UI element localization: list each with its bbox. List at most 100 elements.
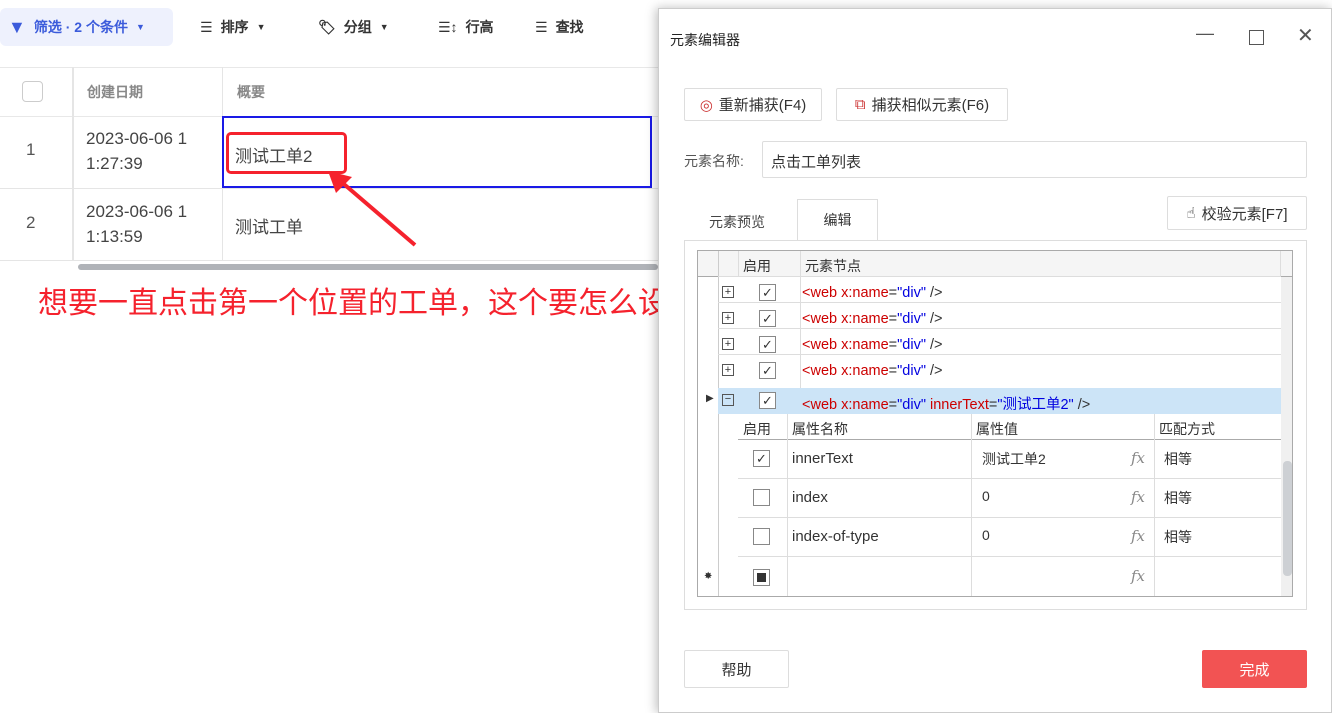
fx-icon[interactable]: fx (1131, 567, 1145, 585)
expand-icon[interactable]: + (722, 286, 734, 298)
xml-eq: = (888, 285, 898, 301)
attr-enabled-checkbox[interactable] (753, 489, 770, 506)
capture-similar-icon: ⧉ (854, 96, 866, 113)
divider (738, 478, 1281, 479)
scrollbar-thumb[interactable] (1283, 461, 1292, 576)
current-row-indicator-icon: ▶ (706, 393, 714, 404)
attr-value[interactable]: 测试工单2 (982, 449, 1046, 469)
xml-eq: = (888, 397, 898, 413)
attr-value[interactable]: 0 (982, 488, 990, 504)
expand-icon[interactable]: + (722, 364, 734, 376)
node-enabled-checkbox[interactable]: ✓ (759, 392, 776, 409)
chevron-down-icon: ▼ (135, 22, 145, 32)
element-name-input[interactable]: 点击工单列表 (762, 141, 1307, 178)
minimize-button[interactable]: — (1196, 23, 1214, 44)
xml-attr: x:name (841, 397, 889, 413)
select-all-checkbox[interactable] (22, 81, 43, 102)
sort-button[interactable]: ☰ 排序 ▼ (200, 8, 265, 46)
recapture-button[interactable]: ◎ 重新捕获(F4) (684, 88, 822, 121)
tab-preview[interactable]: 元素预览 (709, 212, 765, 232)
node-enabled-checkbox[interactable]: ✓ (759, 284, 776, 301)
xml-end: /> (1073, 397, 1091, 413)
xml-val: "div" (897, 285, 926, 301)
chevron-down-icon: ▼ (256, 22, 266, 32)
node-xml: <web x:name="div" /> (802, 337, 943, 353)
horizontal-scrollbar[interactable] (78, 264, 658, 270)
xml-val: "div" (897, 397, 926, 413)
new-attr-checkbox[interactable] (753, 569, 770, 586)
tree-header-enabled: 启用 (743, 258, 771, 274)
divider (1280, 251, 1281, 277)
recapture-icon: ◎ (699, 96, 713, 114)
xml-tag: <web (802, 397, 842, 413)
find-icon: ☰ (535, 18, 548, 35)
xml-val: "div" (897, 337, 926, 353)
node-enabled-checkbox[interactable]: ✓ (759, 336, 776, 353)
xml-val: "div" (897, 363, 926, 379)
column-header-summary[interactable]: 概要 (237, 68, 265, 116)
xml-tag: <web (802, 363, 842, 379)
attr-match[interactable]: 相等 (1164, 527, 1192, 547)
filter-button[interactable]: ▼ 筛选 · 2 个条件 ▼ (0, 8, 173, 46)
filter-icon: ▼ (8, 16, 26, 37)
time-text: 1:13:59 (86, 227, 143, 246)
tag-icon: 🏷 (318, 18, 336, 35)
attr-enabled-checkbox[interactable] (753, 528, 770, 545)
divider (738, 517, 1281, 518)
element-tree-grid: 启用 元素节点 + ✓ <web x:name="div" /> + ✓ <we… (697, 250, 1293, 597)
tab-edit[interactable]: 编辑 (797, 199, 878, 241)
fx-icon[interactable]: fx (1131, 449, 1145, 467)
node-enabled-checkbox[interactable]: ✓ (759, 362, 776, 379)
xml-tag: <web (802, 337, 842, 353)
xml-eq: = (888, 311, 898, 327)
chevron-down-icon: ▼ (379, 22, 389, 32)
hand-pointer-icon: ☝ (1186, 205, 1196, 222)
close-button[interactable]: ✕ (1297, 23, 1314, 48)
capture-similar-button[interactable]: ⧉ 捕获相似元素(F6) (836, 88, 1008, 121)
xml-end: /> (925, 337, 943, 353)
xml-tag: <web (802, 311, 842, 327)
maximize-button[interactable] (1249, 30, 1264, 45)
attr-match[interactable]: 相等 (1164, 488, 1192, 508)
xml-eq: = (888, 337, 898, 353)
xml-attr: x:name (841, 337, 889, 353)
tree-header-node: 元素节点 (805, 258, 861, 274)
find-button[interactable]: ☰ 查找 (535, 8, 584, 46)
xml-attr: x:name (841, 363, 889, 379)
column-header-date[interactable]: 创建日期 (87, 68, 143, 116)
divider (738, 251, 739, 277)
attr-name: innerText (792, 450, 853, 467)
fx-icon[interactable]: fx (1131, 527, 1145, 545)
attr-match[interactable]: 相等 (1164, 449, 1192, 469)
divider (718, 302, 1281, 303)
fx-icon[interactable]: fx (1131, 488, 1145, 506)
done-button[interactable]: 完成 (1202, 650, 1307, 688)
attr-value[interactable]: 0 (982, 527, 990, 543)
node-xml: <web x:name="div" /> (802, 311, 943, 327)
new-row-icon: ✸ (704, 571, 713, 582)
sort-icon: ☰ (200, 18, 213, 35)
node-xml: <web x:name="div" /> (802, 285, 943, 301)
expand-icon[interactable]: + (722, 312, 734, 324)
node-xml: <web x:name="div" /> (802, 363, 943, 379)
date-cell: 2023-06-06 1 1:13:59 (86, 199, 187, 249)
verify-element-button[interactable]: ☝ 校验元素[F7] (1167, 196, 1307, 230)
row-height-button[interactable]: ☰↕ 行高 (438, 8, 494, 46)
tree-header (698, 251, 1292, 277)
attr-header-match: 匹配方式 (1159, 421, 1215, 437)
collapse-icon[interactable]: − (722, 394, 734, 406)
attr-name: index-of-type (792, 528, 879, 545)
divider (718, 276, 1281, 277)
node-enabled-checkbox[interactable]: ✓ (759, 310, 776, 327)
group-button[interactable]: 🏷 分组 ▼ (318, 8, 389, 46)
xml-val: "测试工单2" (997, 397, 1074, 413)
expand-icon[interactable]: + (722, 338, 734, 350)
attr-enabled-checkbox[interactable]: ✓ (753, 450, 770, 467)
xml-attr: innerText (925, 397, 989, 413)
xml-val: "div" (897, 311, 926, 327)
xml-end: /> (925, 363, 943, 379)
date-cell: 2023-06-06 1 1:27:39 (86, 126, 187, 176)
divider (1154, 414, 1155, 596)
divider (718, 328, 1281, 329)
help-button[interactable]: 帮助 (684, 650, 789, 688)
